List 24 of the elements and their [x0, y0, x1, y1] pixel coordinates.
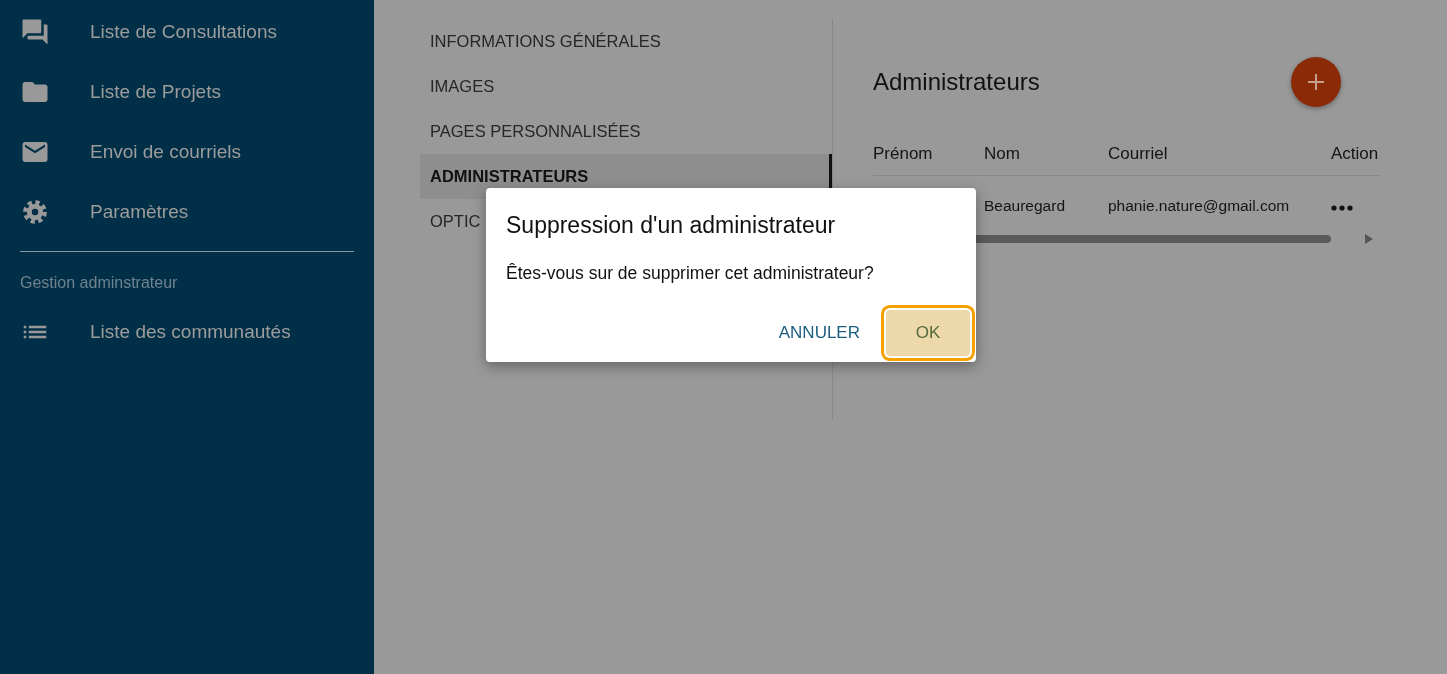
chat-icon — [20, 17, 50, 47]
column-header: Action — [1331, 144, 1380, 164]
cancel-button[interactable]: ANNULER — [766, 310, 872, 356]
tab[interactable]: INFORMATIONS GÉNÉRALES — [420, 19, 832, 64]
sidebar-item[interactable]: Liste de Projets — [0, 62, 374, 122]
column-header: Prénom — [873, 144, 934, 164]
settings-icon — [20, 197, 50, 227]
section-label: Gestion adminstrateur — [19, 273, 179, 293]
dialog-message: Êtes-vous sur de supprimer cet administrateur? — [506, 263, 875, 284]
table-cell-text: Beauregard — [984, 197, 1066, 215]
tab[interactable]: IMAGES — [420, 64, 832, 109]
scroll-right-icon[interactable] — [1365, 234, 1373, 244]
sidebar-item[interactable]: Liste de Consultations — [0, 2, 374, 62]
sidebar-item[interactable]: Paramètres — [0, 182, 374, 242]
column-header: Courriel — [1108, 144, 1169, 164]
more-icon[interactable] — [1331, 205, 1353, 211]
tab[interactable]: PAGES PERSONNALISÉES — [420, 109, 832, 154]
column-header: Nom — [984, 144, 1021, 164]
dialog-title: Suppression d'un administrateur — [506, 212, 837, 239]
add-button[interactable] — [1291, 57, 1341, 107]
sidebar-item[interactable]: Envoi de courriels — [0, 122, 374, 182]
sidebar-item[interactable]: Liste des communautés — [0, 302, 374, 362]
panel-title: Administrateurs — [873, 68, 1040, 96]
table-cell-text: phanie.nature@gmail.com — [1108, 197, 1291, 215]
